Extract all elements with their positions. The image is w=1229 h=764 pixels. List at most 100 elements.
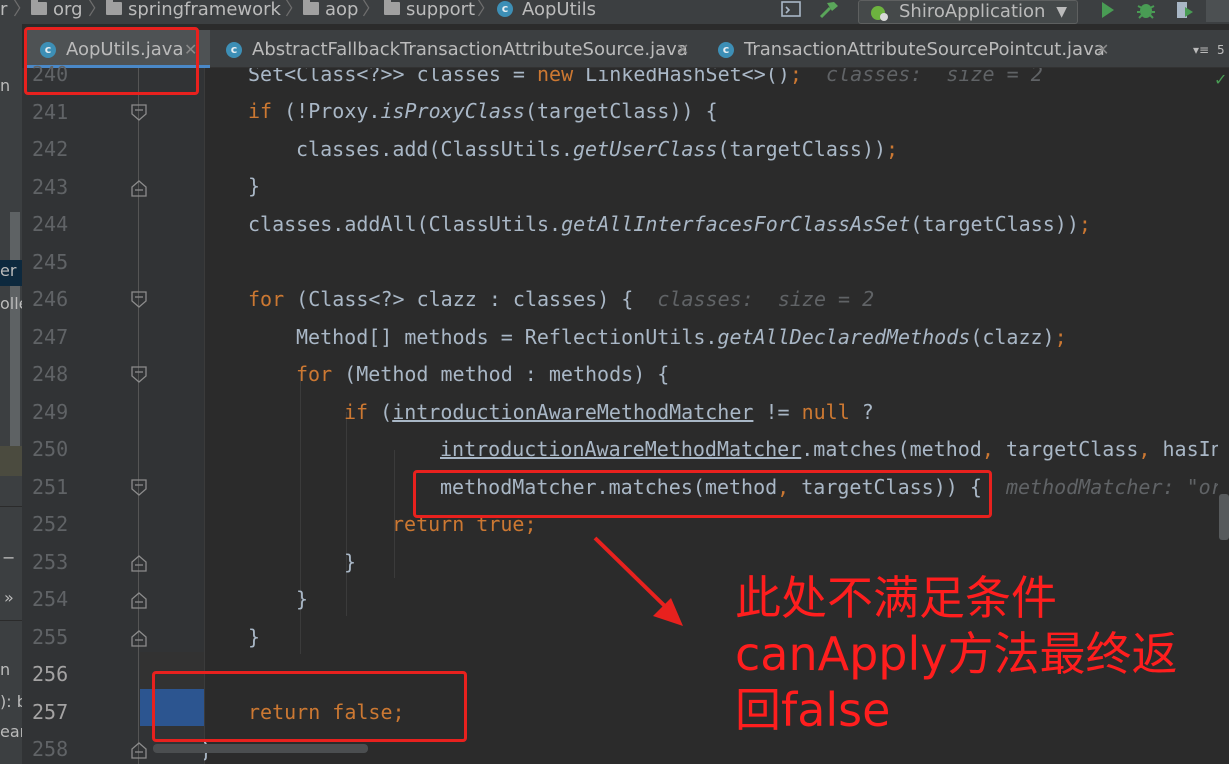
tree-node-fragment: er (0, 261, 17, 280)
code-line: if (!Proxy.isProxyClass(targetClass)) { (248, 99, 718, 123)
horizontal-scrollbar-thumb[interactable] (153, 744, 368, 753)
divider (0, 506, 22, 507)
spring-boot-icon (869, 4, 889, 27)
annotation-note: 此处不满足条件 canApply方法最终返 回false (735, 570, 1225, 738)
toolbar-overflow[interactable] (1206, 0, 1229, 22)
code-line: introductionAwareMethodMatcher.matches(m… (440, 437, 1229, 461)
line-number[interactable]: 256 (22, 656, 82, 693)
fold-marker-icon[interactable] (130, 179, 148, 197)
minus-icon[interactable]: − (2, 548, 15, 567)
project-tool-window: n er olle − » n ): b ean (0, 24, 22, 764)
breadcrumb-separator: 〉 (285, 0, 303, 20)
breadcrumb-item[interactable]: springframework (128, 0, 281, 22)
line-number[interactable]: 241 (22, 94, 82, 131)
class-icon: c (497, 1, 513, 17)
line-number[interactable]: 255 (22, 619, 82, 656)
tab-abstract-fallback[interactable]: c AbstractFallbackTransactionAttributeSo… (210, 30, 702, 68)
breadcrumb-separator: 〉 (88, 0, 106, 20)
breadcrumb-item[interactable]: support (406, 0, 475, 22)
breadcrumb-separator: 〉 (362, 0, 380, 20)
code-line: } (248, 174, 261, 198)
line-number[interactable]: 244 (22, 206, 82, 243)
folder-icon (106, 0, 122, 15)
divider (0, 620, 22, 621)
line-number[interactable]: 247 (22, 319, 82, 356)
code-line: classes.addAll(ClassUtils.getAllInterfac… (248, 212, 1091, 236)
tree-node-selected[interactable]: er (0, 260, 22, 286)
tree-node-highlight (0, 446, 22, 476)
tab-list-icon: ▾≡ (1193, 43, 1210, 57)
vertical-scrollbar-thumb[interactable] (1219, 494, 1229, 540)
breadcrumb-item[interactable]: aop (325, 0, 358, 22)
line-number[interactable]: 254 (22, 581, 82, 618)
tree-node-fragment[interactable]: olle (0, 294, 22, 313)
panel-scrollbar[interactable] (10, 212, 20, 464)
console-fragment: n (0, 660, 11, 679)
breadcrumb-separator: 〉 (13, 0, 31, 20)
line-number[interactable]: 248 (22, 356, 82, 393)
fold-marker-icon[interactable] (130, 591, 148, 609)
line-number[interactable]: 242 (22, 131, 82, 168)
coverage-icon[interactable] (1172, 0, 1196, 22)
line-number[interactable]: 251 (22, 469, 82, 506)
ide-window: { "breadcrumb": { "items": ["r", "org", … (0, 0, 1229, 764)
annotation-box-tab (24, 27, 199, 95)
fold-marker-icon[interactable] (130, 554, 148, 572)
line-number[interactable]: 252 (22, 506, 82, 543)
folder-icon (31, 0, 47, 15)
tab-transaction-pointcut[interactable]: c TransactionAttributeSourcePointcut.jav… (702, 30, 1122, 68)
run-configuration-label: ShiroApplication (899, 1, 1046, 22)
window-icon[interactable] (780, 0, 802, 22)
check-icon: ✓ (1214, 70, 1228, 89)
line-number[interactable]: 257 (22, 694, 82, 731)
line-number[interactable]: 245 (22, 244, 82, 281)
run-icon[interactable] (1096, 0, 1118, 22)
tab-overflow-button[interactable]: ▾≡ 5 (1189, 30, 1229, 68)
breadcrumb-item[interactable]: org (53, 0, 83, 22)
code-line: for (Class<?> clazz : classes) { classes… (248, 287, 875, 311)
folder-icon (384, 0, 400, 15)
fold-marker-icon[interactable] (130, 291, 148, 309)
annotation-box-condition (413, 470, 992, 518)
annotation-arrow-icon (593, 536, 683, 626)
navigation-bar: r 〉 org 〉 springframework 〉 aop 〉 suppor… (0, 0, 1229, 24)
line-number[interactable]: 246 (22, 281, 82, 318)
class-icon: c (226, 42, 242, 58)
line-number[interactable]: 243 (22, 169, 82, 206)
code-line: Set<Class<?>> classes = new LinkedHashSe… (248, 68, 1043, 86)
code-line: if (introductionAwareMethodMatcher != nu… (344, 400, 874, 424)
console-fragment: ean (0, 722, 22, 741)
expand-icon[interactable]: » (4, 588, 14, 607)
line-number[interactable]: 250 (22, 431, 82, 468)
fold-marker-icon[interactable] (130, 103, 148, 122)
annotation-line: 回false (735, 683, 891, 737)
fold-marker-icon[interactable] (130, 741, 148, 759)
breadcrumb-item[interactable]: r (0, 0, 7, 22)
chevron-down-icon: ▼ (1056, 4, 1067, 20)
line-number[interactable]: 249 (22, 394, 82, 431)
debug-icon[interactable] (1134, 0, 1158, 22)
gutter-separator (138, 68, 139, 764)
fold-marker-icon[interactable] (130, 366, 148, 384)
console-fragment: ): b (0, 692, 22, 711)
tab-overflow-count: 5 (1217, 43, 1225, 57)
code-line: for (Method method : methods) { (296, 362, 670, 386)
tree-node-fragment[interactable]: n (0, 76, 10, 95)
fold-marker-icon[interactable] (130, 629, 148, 647)
line-number[interactable]: 258 (22, 731, 82, 764)
close-icon[interactable]: ✕ (1096, 30, 1109, 70)
code-line: classes.add(ClassUtils.getUserClass(targ… (296, 137, 899, 161)
annotation-box-return (152, 671, 467, 742)
hammer-icon[interactable] (817, 0, 841, 22)
fold-marker-icon[interactable] (130, 478, 148, 497)
run-configuration-selector[interactable]: ShiroApplication ▼ (858, 0, 1078, 24)
close-icon[interactable]: ✕ (676, 30, 689, 70)
breadcrumb-item[interactable]: AopUtils (522, 0, 596, 22)
folder-icon (303, 0, 319, 15)
annotation-line: canApply方法最终返 (735, 627, 1178, 681)
tab-label: AbstractFallbackTransactionAttributeSour… (252, 39, 688, 60)
breadcrumb-separator: 〉 (477, 0, 495, 20)
line-number[interactable]: 253 (22, 544, 82, 581)
code-line: Method[] methods = ReflectionUtils.getAl… (296, 325, 1067, 349)
editor-tabs: c AopUtils.java ✕ c AbstractFallbackTran… (24, 30, 1229, 68)
